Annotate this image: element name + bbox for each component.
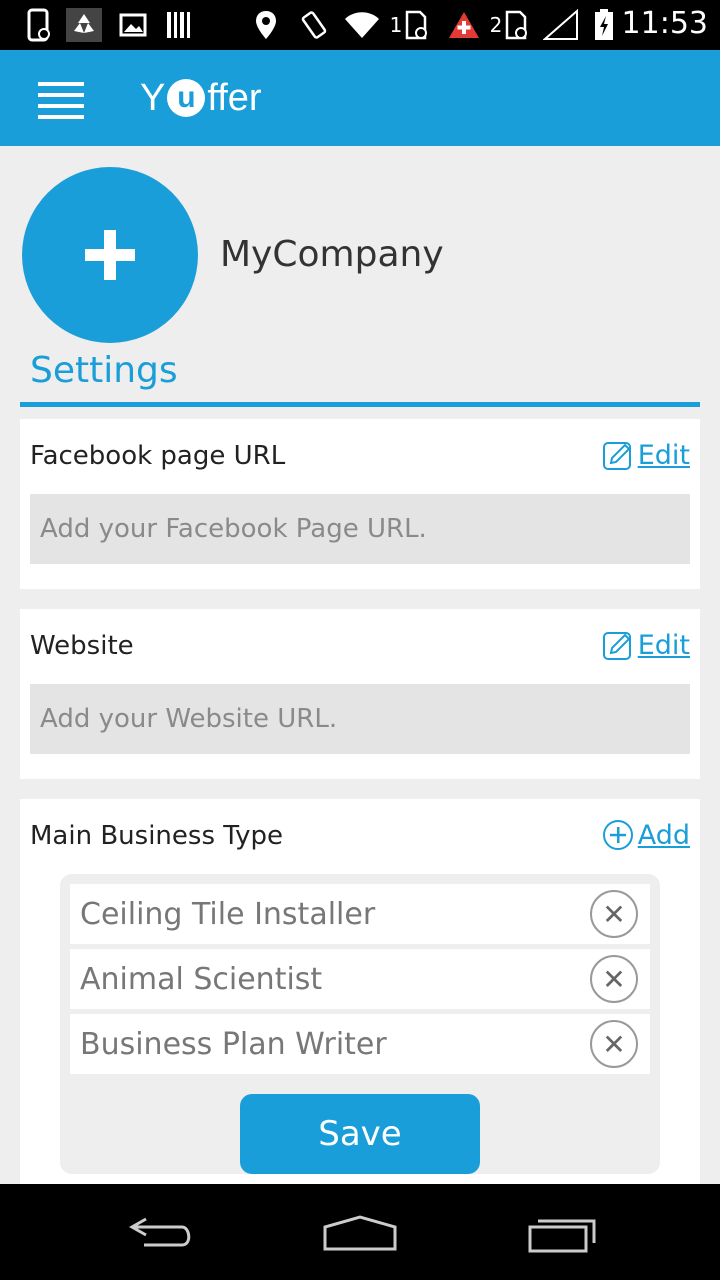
website-url-field[interactable]: Add your Website URL.	[30, 684, 690, 754]
settings-screen: MyCompany Settings Facebook page URL Edi…	[0, 146, 720, 1184]
website-label: Website	[30, 631, 134, 661]
app-logo: Y u ffer	[140, 76, 262, 119]
business-type-label: Main Business Type	[30, 821, 283, 851]
remove-icon[interactable]: ✕	[590, 890, 638, 938]
home-icon[interactable]	[320, 1208, 400, 1258]
edit-website-link[interactable]: Edit	[602, 629, 690, 661]
divider	[20, 402, 700, 407]
sim-icon: 1	[386, 8, 432, 42]
sim-icon: 2	[486, 8, 532, 42]
remove-icon[interactable]: ✕	[590, 955, 638, 1003]
edit-icon	[602, 442, 631, 470]
save-button[interactable]: Save	[240, 1094, 480, 1174]
add-logo-button[interactable]	[22, 167, 198, 343]
facebook-url-field[interactable]: Add your Facebook Page URL.	[30, 494, 690, 564]
recycle-icon	[66, 8, 102, 42]
battery-icon	[592, 8, 616, 42]
phone-icon	[24, 8, 54, 42]
remove-icon[interactable]: ✕	[590, 1020, 638, 1068]
section-title: Settings	[30, 350, 178, 391]
website-card: Website Edit Add your Website URL.	[20, 609, 700, 779]
edit-icon	[602, 632, 631, 660]
list-item: Animal Scientist ✕	[70, 949, 650, 1009]
edit-facebook-link[interactable]: Edit	[602, 439, 690, 471]
facebook-card: Facebook page URL Edit Add your Facebook…	[20, 419, 700, 589]
alert-icon	[446, 8, 482, 42]
navigation-bar	[0, 1184, 720, 1280]
list-item: Ceiling Tile Installer ✕	[70, 884, 650, 944]
image-icon	[118, 8, 148, 42]
signal-icon	[542, 8, 580, 42]
menu-icon[interactable]	[38, 82, 84, 120]
rotate-icon	[298, 8, 330, 42]
status-bar: 1 2 11:53	[0, 0, 720, 50]
app-bar: Y u ffer	[0, 50, 720, 146]
location-icon	[252, 8, 280, 42]
back-icon[interactable]	[122, 1208, 198, 1258]
list-item: Business Plan Writer ✕	[70, 1014, 650, 1074]
add-circle-icon	[602, 820, 633, 850]
barcode-icon	[164, 8, 194, 42]
facebook-label: Facebook page URL	[30, 441, 286, 471]
recent-apps-icon[interactable]	[524, 1208, 600, 1258]
company-name: MyCompany	[220, 234, 444, 275]
wifi-icon	[342, 8, 382, 42]
clock: 11:53	[621, 6, 708, 41]
add-business-type-link[interactable]: Add	[602, 819, 690, 851]
